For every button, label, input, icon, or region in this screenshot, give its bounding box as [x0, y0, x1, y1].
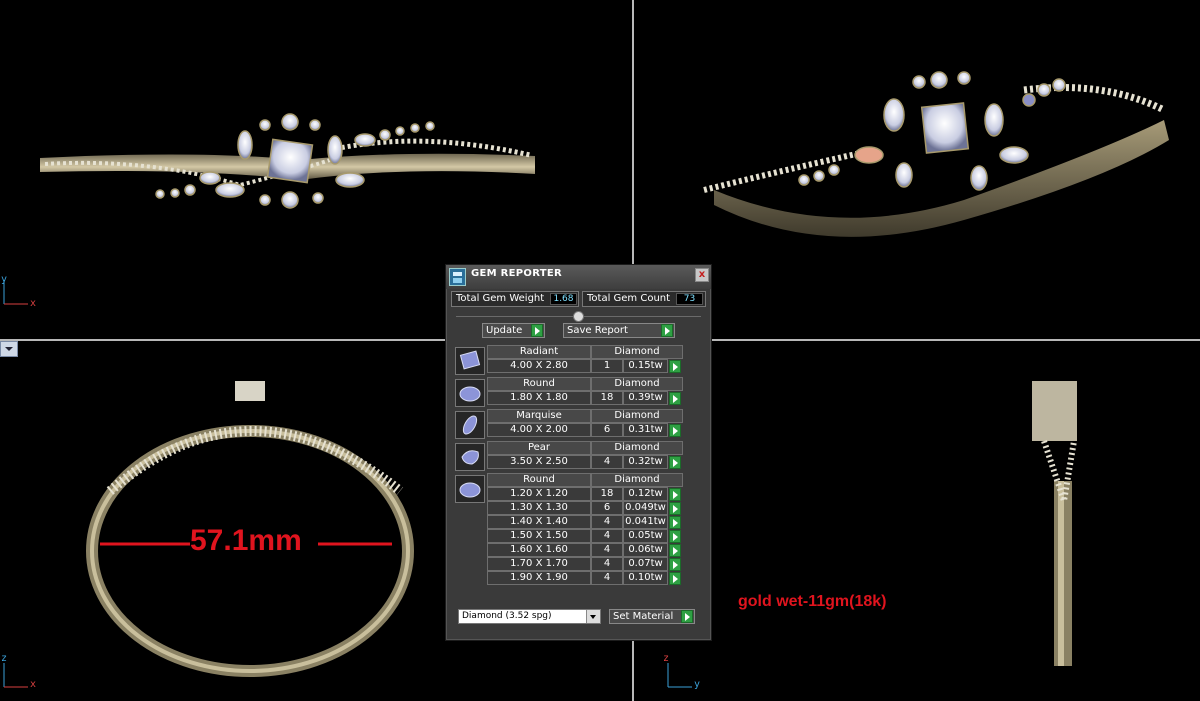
row-select-arrow-icon[interactable]	[669, 488, 681, 501]
gem-count: 4	[591, 529, 623, 543]
axis-label-vertical: y	[1, 274, 8, 285]
gem-count: 4	[591, 571, 623, 585]
panel-titlebar[interactable]: GEM REPORTER x	[446, 265, 711, 289]
update-button[interactable]: Update	[482, 323, 545, 338]
gem-material: Diamond	[591, 473, 683, 487]
gem-weight: 0.15tw	[623, 359, 668, 373]
splitter-handle[interactable]	[573, 311, 584, 322]
row-select-arrow-icon[interactable]	[669, 544, 681, 557]
gem-weight: 0.06tw	[623, 543, 668, 557]
total-gem-weight-value: 1.68	[550, 293, 577, 305]
row-select-arrow-icon[interactable]	[669, 572, 681, 585]
set-material-button-label: Set Material	[613, 611, 674, 622]
gem-size: 4.00 X 2.80	[487, 359, 591, 373]
total-gem-count: Total Gem Count 73	[582, 291, 706, 307]
gem-size: 1.80 X 1.80	[487, 391, 591, 405]
gem-material: Diamond	[591, 345, 683, 359]
gem-shape: Round	[487, 473, 591, 487]
gem-size: 1.40 X 1.40	[487, 515, 591, 529]
radiant-gem-icon[interactable]	[455, 347, 485, 375]
gem-weight: 0.39tw	[623, 391, 668, 405]
axis-label-horizontal: x	[30, 679, 37, 690]
axis-label-horizontal: x	[30, 298, 37, 309]
gem-size: 1.90 X 1.90	[487, 571, 591, 585]
material-select[interactable]: Diamond (3.52 spg)	[458, 609, 601, 624]
viewport-perspective[interactable]	[634, 0, 1200, 339]
row-select-arrow-icon[interactable]	[669, 516, 681, 529]
gem-size: 1.20 X 1.20	[487, 487, 591, 501]
row-select-arrow-icon[interactable]	[669, 424, 681, 437]
gem-weight: 0.31tw	[623, 423, 668, 437]
gem-weight: 0.049tw	[623, 501, 668, 515]
viewport-side[interactable]: z y	[634, 341, 1200, 701]
play-arrow-icon	[531, 324, 543, 337]
gem-weight: 0.05tw	[623, 529, 668, 543]
gem-size: 1.50 X 1.50	[487, 529, 591, 543]
total-gem-weight: Total Gem Weight 1.68	[451, 291, 579, 307]
gem-weight: 0.07tw	[623, 557, 668, 571]
gem-count: 6	[591, 423, 623, 437]
row-select-arrow-icon[interactable]	[669, 558, 681, 571]
gem-count: 6	[591, 501, 623, 515]
gem-count: 4	[591, 557, 623, 571]
row-select-arrow-icon[interactable]	[669, 456, 681, 469]
viewport-menu-dropdown[interactable]	[0, 341, 18, 357]
round-gem-icon[interactable]	[455, 379, 485, 407]
round-gem-icon[interactable]	[455, 475, 485, 503]
gem-size: 3.50 X 2.50	[487, 455, 591, 469]
gem-shape: Round	[487, 377, 591, 391]
play-arrow-icon	[661, 324, 673, 337]
gem-weight: 0.12tw	[623, 487, 668, 501]
gem-material: Diamond	[591, 441, 683, 455]
bangle-side-view	[1032, 381, 1077, 666]
total-gem-count-label: Total Gem Count	[587, 293, 671, 304]
gem-shape: Pear	[487, 441, 591, 455]
gem-size: 1.30 X 1.30	[487, 501, 591, 515]
gold-weight-annotation: gold wet-11gm(18k)	[738, 593, 887, 610]
total-gem-weight-label: Total Gem Weight	[456, 293, 545, 304]
save-report-button[interactable]: Save Report	[563, 323, 675, 338]
gem-material: Diamond	[591, 377, 683, 391]
gem-reporter-app-icon	[449, 268, 466, 286]
row-select-arrow-icon[interactable]	[669, 392, 681, 405]
marquise-gem-icon[interactable]	[455, 411, 485, 439]
gem-count: 4	[591, 515, 623, 529]
close-button[interactable]: x	[695, 268, 709, 282]
gem-count: 4	[591, 543, 623, 557]
chevron-down-icon[interactable]	[586, 610, 600, 623]
gem-count: 18	[591, 391, 623, 405]
row-select-arrow-icon[interactable]	[669, 502, 681, 515]
gem-shape: Radiant	[487, 345, 591, 359]
bangle-perspective-view	[703, 71, 1169, 237]
gem-count: 18	[591, 487, 623, 501]
gem-weight: 0.041tw	[623, 515, 668, 529]
update-button-label: Update	[486, 325, 523, 336]
gem-count: 1	[591, 359, 623, 373]
gem-shape: Marquise	[487, 409, 591, 423]
gem-size: 1.60 X 1.60	[487, 543, 591, 557]
material-select-value: Diamond (3.52 spg)	[462, 611, 552, 621]
save-report-button-label: Save Report	[567, 325, 628, 336]
diameter-annotation: 57.1mm	[190, 524, 302, 557]
gem-count: 4	[591, 455, 623, 469]
total-gem-count-value: 73	[676, 293, 703, 305]
gem-reporter-panel[interactable]: GEM REPORTER x Total Gem Weight 1.68 Tot…	[445, 264, 712, 641]
axis-label-horizontal: y	[694, 679, 701, 690]
gem-material: Diamond	[591, 409, 683, 423]
gem-size: 4.00 X 2.00	[487, 423, 591, 437]
row-select-arrow-icon[interactable]	[669, 360, 681, 373]
axis-label-vertical: z	[1, 653, 8, 664]
row-select-arrow-icon[interactable]	[669, 530, 681, 543]
panel-title: GEM REPORTER	[471, 268, 563, 279]
play-arrow-icon	[681, 610, 693, 623]
gem-weight: 0.10tw	[623, 571, 668, 585]
gem-weight: 0.32tw	[623, 455, 668, 469]
gem-size: 1.70 X 1.70	[487, 557, 591, 571]
set-material-button[interactable]: Set Material	[609, 609, 695, 624]
pear-gem-icon[interactable]	[455, 443, 485, 471]
